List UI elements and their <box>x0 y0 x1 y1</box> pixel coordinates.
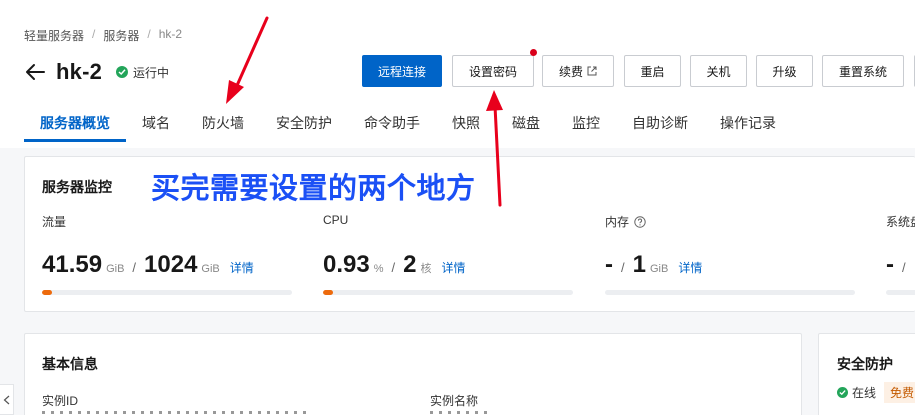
value-separator: / <box>391 260 396 275</box>
chevron-left-icon <box>3 395 10 404</box>
metric-traffic: 流量 41.59 GiB / 1024 GiB 详情 <box>42 213 294 303</box>
cpu-detail-link[interactable]: 详情 <box>441 259 465 276</box>
tab-firewall[interactable]: 防火墙 <box>186 112 260 142</box>
breadcrumb: 轻量服务器 / 服务器 / hk-2 <box>24 27 182 44</box>
traffic-total: 1024 <box>144 251 198 278</box>
remote-connect-button[interactable]: 远程连接 <box>362 55 442 87</box>
disk-progress-bar <box>886 290 915 295</box>
tab-disk[interactable]: 磁盘 <box>496 112 556 142</box>
annotation-text: 买完需要设置的两个地方 <box>151 173 476 205</box>
check-circle-icon <box>116 66 129 78</box>
shutdown-button[interactable]: 关机 <box>690 55 747 87</box>
top-header: 轻量服务器 / 服务器 / hk-2 hk-2 运行中 远程连接 设置密码 续费… <box>0 0 915 148</box>
breadcrumb-server[interactable]: 服务器 <box>103 27 139 44</box>
monitor-title: 服务器监控 <box>42 179 112 195</box>
instance-name-label: 实例名称 <box>430 394 479 408</box>
value-separator: / <box>902 260 906 275</box>
metric-label: 系统盘 <box>886 215 915 229</box>
metric-disk: 系统盘 - / <box>886 213 915 303</box>
traffic-detail-link[interactable]: 详情 <box>230 259 254 276</box>
breadcrumb-separator: / <box>92 27 96 41</box>
cpu-total: 2 <box>403 251 417 278</box>
metric-value: - / <box>886 251 914 279</box>
redacted-instance-id <box>42 411 312 414</box>
traffic-progress-fill <box>42 290 52 295</box>
tab-monitoring[interactable]: 监控 <box>556 112 616 142</box>
cpu-used: 0.93 <box>323 251 370 278</box>
tab-self-diagnosis[interactable]: 自助诊断 <box>616 112 704 142</box>
metric-value: 0.93 % / 2 核 详情 <box>323 251 466 279</box>
basic-info-title: 基本信息 <box>42 356 98 372</box>
tab-bar: 服务器概览 域名 防火墙 安全防护 命令助手 快照 磁盘 监控 自助诊断 操作记… <box>24 112 792 142</box>
renew-button[interactable]: 续费 <box>542 55 614 87</box>
arrow-left-icon[interactable] <box>24 61 46 83</box>
page-title: hk-2 <box>56 59 103 84</box>
memory-detail-link[interactable]: 详情 <box>678 259 702 276</box>
traffic-used-unit: GiB <box>106 263 125 275</box>
check-circle-icon <box>837 387 848 398</box>
traffic-total-unit: GiB <box>201 263 220 275</box>
reset-system-button[interactable]: 重置系统 <box>822 55 904 87</box>
value-separator: / <box>621 260 625 275</box>
cpu-progress-fill <box>323 290 333 295</box>
instance-id-label: 实例ID <box>42 394 79 408</box>
redacted-instance-name <box>430 411 490 414</box>
security-status: 在线 免费 <box>837 382 915 403</box>
traffic-used: 41.59 <box>42 251 103 278</box>
metric-label: 流量 <box>42 215 67 229</box>
status-text: 运行中 <box>133 65 170 80</box>
cpu-used-unit: % <box>373 263 384 275</box>
external-link-icon <box>587 66 597 76</box>
free-badge: 免费 <box>884 382 915 403</box>
value-separator: / <box>132 260 137 275</box>
help-circle-icon[interactable] <box>634 215 646 228</box>
metric-cpu: CPU 0.93 % / 2 核 详情 <box>323 213 575 303</box>
status-badge: 运行中 <box>116 64 169 81</box>
metric-value: 41.59 GiB / 1024 GiB 详情 <box>42 251 254 279</box>
breadcrumb-current: hk-2 <box>158 27 183 41</box>
upgrade-button[interactable]: 升级 <box>756 55 813 87</box>
memory-label: 内存 <box>605 215 630 229</box>
security-status-text: 在线 <box>852 386 877 400</box>
memory-total-unit: GiB <box>649 263 669 275</box>
breadcrumb-lightweight-server[interactable]: 轻量服务器 <box>24 27 84 44</box>
restart-button[interactable]: 重启 <box>624 55 681 87</box>
memory-total: 1 <box>632 251 646 278</box>
traffic-progress-bar <box>42 290 292 295</box>
metric-label: 内存 <box>605 213 857 230</box>
memory-progress-bar <box>605 290 855 295</box>
tab-operation-log[interactable]: 操作记录 <box>704 112 792 142</box>
sidebar-collapse-button[interactable] <box>0 384 14 415</box>
cpu-progress-bar <box>323 290 573 295</box>
title-row: hk-2 运行中 <box>24 58 169 86</box>
cpu-total-unit: 核 <box>420 263 432 275</box>
tab-domain[interactable]: 域名 <box>126 112 186 142</box>
metric-label: CPU <box>323 213 349 227</box>
renew-label: 续费 <box>558 64 583 79</box>
set-password-button[interactable]: 设置密码 <box>452 55 534 87</box>
server-monitor-card: 服务器监控 买完需要设置的两个地方 流量 41.59 GiB / 1024 Gi… <box>24 156 915 312</box>
metric-memory: 内存 - / 1 GiB 详情 <box>605 213 857 303</box>
memory-used: - <box>605 251 613 278</box>
basic-info-card: 基本信息 实例ID 实例名称 <box>24 333 802 415</box>
tab-overview[interactable]: 服务器概览 <box>24 112 126 142</box>
notification-dot <box>530 49 537 56</box>
disk-used: - <box>886 251 894 278</box>
tab-snapshot[interactable]: 快照 <box>436 112 496 142</box>
security-title: 安全防护 <box>837 356 893 372</box>
security-card: 安全防护 在线 免费 <box>818 333 915 415</box>
tab-security[interactable]: 安全防护 <box>260 112 348 142</box>
breadcrumb-separator: / <box>147 27 151 41</box>
tab-command-assistant[interactable]: 命令助手 <box>348 112 436 142</box>
metric-value: - / 1 GiB 详情 <box>605 251 702 279</box>
